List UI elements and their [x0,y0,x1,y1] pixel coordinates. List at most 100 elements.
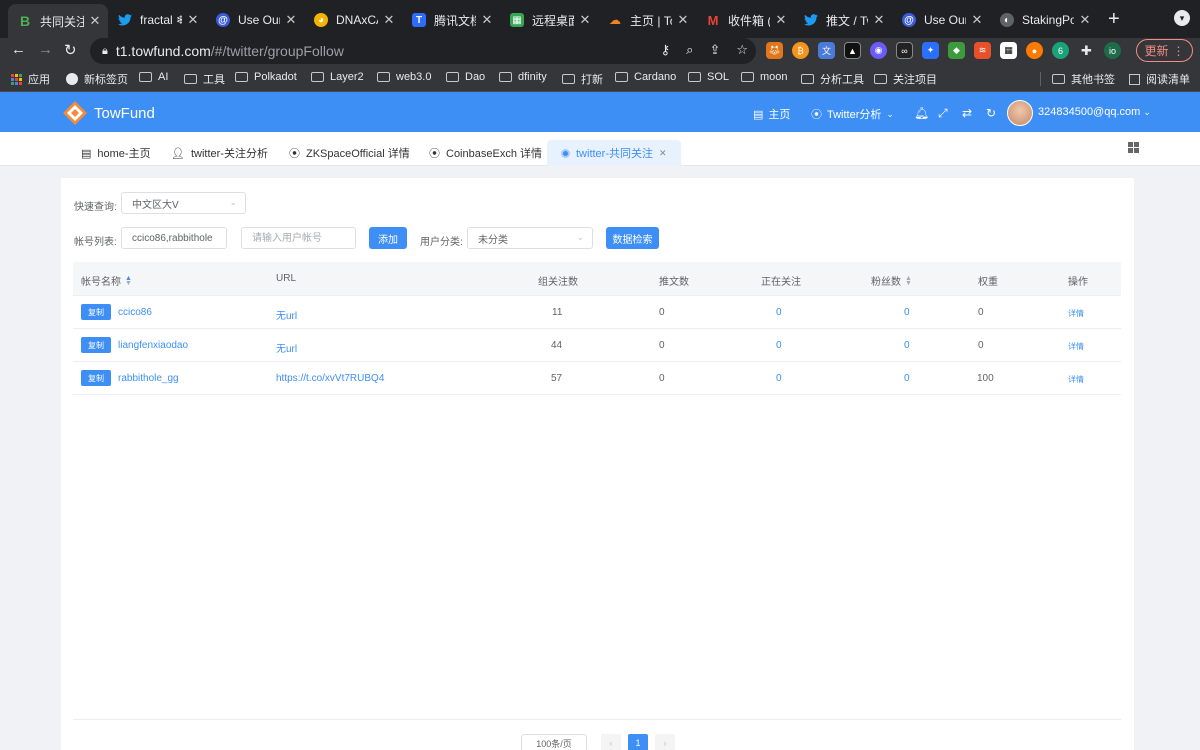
close-icon[interactable]: ✕ [186,12,200,28]
bookmark-folder-analysis[interactable]: 分析工具 [801,71,864,87]
detail-link[interactable]: 详情 [1068,374,1084,385]
bookmark-folder-projects[interactable]: 关注项目 [874,71,937,87]
reading-list[interactable]: 阅读清单 [1129,71,1190,87]
link-icon[interactable]: ✦ [922,42,939,59]
close-icon[interactable]: ✕ [382,12,396,28]
bookmark-apps[interactable]: 应用 [11,71,50,87]
page-1-button[interactable]: 1 [628,734,648,750]
tag-twitter-group-follow[interactable]: twitter-共同关注 ✕ [547,140,681,166]
avatar[interactable] [1007,100,1033,126]
puzzle-icon[interactable]: ✚ [1078,42,1095,59]
address-bar[interactable]: 🔒︎ t1.towfund.com /#/twitter/groupFollow… [90,38,756,64]
tag-home[interactable]: ▤ home-主页 [81,140,151,166]
add-button[interactable]: 添加 [369,227,407,249]
back-arrow-icon[interactable]: ← [11,41,26,58]
browser-tab-4[interactable]: T 腾讯文档 ✕ [402,6,500,34]
bookmark-folder-layer2[interactable]: Layer2 [311,71,364,83]
mountain-icon[interactable]: ▲ [844,42,861,59]
account-name-link[interactable]: ccico86 [118,307,152,318]
bookmark-new-tab[interactable]: 新标签页 [66,71,128,87]
nav-home[interactable]: ▤ 主页 [753,106,790,122]
close-icon[interactable]: ✕ [480,12,494,28]
browser-tab-7[interactable]: M 收件箱 (4 ✕ [696,6,794,34]
flame-icon[interactable]: ≋ [974,42,991,59]
follower-count[interactable]: 0 [904,373,910,384]
forward-arrow-icon[interactable]: → [38,41,53,58]
bookmark-folder-tools[interactable]: 工具 [184,71,225,87]
close-icon[interactable]: ✕ [88,13,102,29]
browser-tab-0[interactable]: B 共同关注 - ✕ [8,4,108,38]
reload-icon[interactable]: ↻ [64,41,77,59]
close-icon[interactable]: ✕ [970,12,984,28]
user-menu[interactable]: 324834500@qq.com ⌄ [1038,106,1151,118]
url-link[interactable]: 无url [276,307,297,322]
bookmark-folder-ai[interactable]: AI [139,71,168,83]
tag-zkspace-detail[interactable]: ⦿ ZKSpaceOfficial 详情 [289,140,410,166]
metamask-icon[interactable]: 🦊︎ [766,42,783,59]
shield-icon[interactable]: ◆ [948,42,965,59]
close-icon[interactable]: ✕ [284,12,298,28]
follower-count[interactable]: 0 [904,307,910,318]
profile-avatar[interactable]: io [1104,42,1121,59]
detail-link[interactable]: 详情 [1068,341,1084,352]
browser-tab-8[interactable]: 推文 / Twi ✕ [794,6,892,34]
update-button[interactable]: 更新 ⋮ [1136,39,1193,62]
bitcoin-icon[interactable]: ₿ [792,42,809,59]
browser-tab-2[interactable]: @ Use Our F ✕ [206,6,304,34]
browser-tab-3[interactable]: ◕ DNAxCAT ✕ [304,6,402,34]
bookmark-folder-polkadot[interactable]: Polkadot [235,71,297,83]
browser-tab-1[interactable]: fractal ❄ ✕ [108,6,206,34]
translate-icon[interactable]: ⇄ [962,106,972,120]
copy-button[interactable]: 复制 [81,337,111,353]
account-name-link[interactable]: liangfenxiaodao [118,340,188,351]
bookmark-folder-dao[interactable]: Dao [446,71,485,83]
following-count[interactable]: 0 [776,373,782,384]
follower-count[interactable]: 0 [904,340,910,351]
page-size-select[interactable]: 100条/页 [521,734,587,750]
wallet-icon[interactable]: ● [1026,42,1043,59]
quick-query-select[interactable]: 中文区大V ⌄ [121,192,246,214]
account-name-link[interactable]: rabbithole_gg [118,373,179,384]
new-tab-icon[interactable]: + [1108,8,1120,31]
zoom-icon[interactable]: ⌕ [686,42,693,58]
accounts-list-field[interactable]: ccico86,rabbithole [121,227,227,249]
copy-button[interactable]: 复制 [81,304,111,320]
glasses-icon[interactable]: ∞ [896,42,913,59]
key-icon[interactable]: ⚷ [661,42,671,58]
nav-twitter-analysis[interactable]: ⦿ Twitter分析 ⌄ [811,106,894,122]
bell-icon[interactable]: 🔔︎ [914,106,929,120]
following-count[interactable]: 0 [776,307,782,318]
following-count[interactable]: 0 [776,340,782,351]
refresh-icon[interactable]: ↻ [986,106,996,120]
browser-tab-10[interactable]: ◐ StakingPo ✕ [990,6,1098,34]
close-icon[interactable]: ✕ [676,12,690,28]
bookmark-other[interactable]: 其他书签 [1052,71,1115,87]
data-search-button[interactable]: 数据检索 [606,227,659,249]
url-link[interactable]: https://t.co/xvVt7RUBQ4 [276,373,384,384]
close-icon[interactable]: ✕ [659,148,667,159]
tab-search-icon[interactable]: ▾ [1174,10,1190,26]
close-icon[interactable]: ✕ [872,12,886,28]
detail-link[interactable]: 详情 [1068,308,1084,319]
browser-tab-9[interactable]: @ Use Our F ✕ [892,6,990,34]
bookmark-folder-web3[interactable]: web3.0 [377,71,431,83]
category-select[interactable]: 未分类 ⌄ [467,227,593,249]
sort-icon[interactable]: ▲ ▼ [905,275,912,287]
close-icon[interactable]: ✕ [578,12,592,28]
browser-tab-6[interactable]: ☁ 主页 | Tok ✕ [598,6,696,34]
sort-icon[interactable]: ▲ ▼ [125,275,132,287]
share-icon[interactable]: ⇪ [709,42,720,58]
browser-tab-5[interactable]: ▦ 远程桌面 ✕ [500,6,598,34]
col-name-header[interactable]: 帐号名称 ▲ ▼ [81,273,132,289]
tag-coinbase-detail[interactable]: ⦿ CoinbaseExch 详情 [429,140,542,166]
star-icon[interactable]: ☆ [736,42,748,58]
fullscreen-icon[interactable]: ⤢ [938,106,948,121]
phantom-icon[interactable]: ◉ [870,42,887,59]
translate-icon[interactable]: 文 [818,42,835,59]
grid-menu-icon[interactable] [1128,142,1139,153]
col-followers-header[interactable]: 粉丝数 ▲ ▼ [871,273,912,289]
qr-code-icon[interactable]: ▦ [1000,42,1017,59]
bookmark-folder-ipo[interactable]: 打新 [562,71,603,87]
next-page-button[interactable]: › [655,734,675,750]
leaf-icon[interactable]: 6 [1052,42,1069,59]
